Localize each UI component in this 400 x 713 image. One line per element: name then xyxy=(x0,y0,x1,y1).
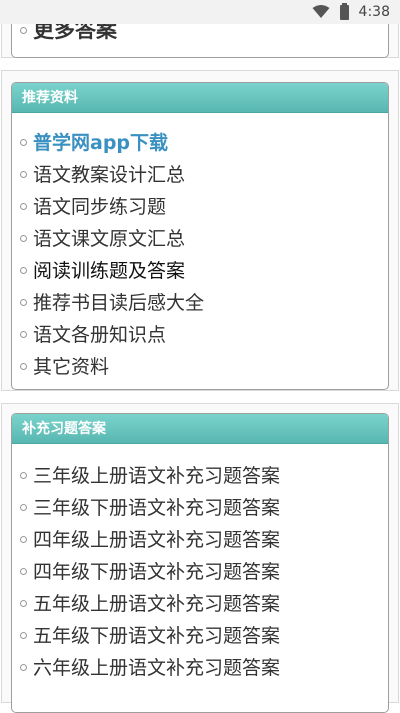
list-item: 三年级上册语文补充习题答案 xyxy=(20,458,280,490)
bullet-icon xyxy=(20,170,27,178)
bullet-icon xyxy=(20,266,27,274)
list-item: 语文课文原文汇总 xyxy=(20,221,204,253)
bullet-icon xyxy=(20,599,27,607)
battery-icon xyxy=(339,2,349,20)
bullet-icon xyxy=(20,535,27,543)
supplement-link[interactable]: 五年级下册语文补充习题答案 xyxy=(33,621,280,648)
list-item: 语文同步练习题 xyxy=(20,189,204,221)
bullet-icon xyxy=(20,631,27,639)
recommend-link[interactable]: 语文各册知识点 xyxy=(33,320,166,347)
list-item: 三年级下册语文补充习题答案 xyxy=(20,490,280,522)
list-item: 四年级下册语文补充习题答案 xyxy=(20,554,280,586)
list-item: 语文各册知识点 xyxy=(20,317,204,349)
bullet-icon xyxy=(20,138,27,146)
recommend-link[interactable]: 推荐书目读后感大全 xyxy=(33,288,204,315)
list-item: 四年级上册语文补充习题答案 xyxy=(20,522,280,554)
list-item: 五年级下册语文补充习题答案 xyxy=(20,618,280,650)
supplement-link[interactable]: 三年级下册语文补充习题答案 xyxy=(33,493,280,520)
supplement-link[interactable]: 四年级下册语文补充习题答案 xyxy=(33,557,280,584)
app-download-link[interactable]: 普学网app下载 xyxy=(33,128,168,155)
status-bar: 4:38 xyxy=(0,0,400,24)
supplement-list: 三年级上册语文补充习题答案 三年级下册语文补充习题答案 四年级上册语文补充习题答… xyxy=(20,458,280,682)
supplement-title: 补充习题答案 xyxy=(12,414,388,444)
bullet-icon xyxy=(20,663,27,671)
recommend-title: 推荐资料 xyxy=(12,83,388,113)
bullet-icon xyxy=(20,471,27,479)
status-time: 4:38 xyxy=(358,4,390,20)
bullet-icon xyxy=(20,202,27,210)
supplement-panel: 补充习题答案 三年级上册语文补充习题答案 三年级下册语文补充习题答案 四年级上册… xyxy=(11,413,389,713)
recommend-link[interactable]: 阅读训练题及答案 xyxy=(33,256,185,283)
list-item: 普学网app下载 xyxy=(20,125,204,157)
bullet-icon xyxy=(20,362,27,370)
recommend-link[interactable]: 语文教案设计汇总 xyxy=(33,160,185,187)
recommend-link[interactable]: 语文课文原文汇总 xyxy=(33,224,185,251)
wifi-icon xyxy=(312,5,330,18)
recommend-panel: 推荐资料 普学网app下载 语文教案设计汇总 语文同步练习题 语文课文原文汇总 … xyxy=(11,82,389,390)
list-item: 阅读训练题及答案 xyxy=(20,253,204,285)
page: 更多答案 推荐资料 普学网app下载 语文教案设计汇总 语文同步练习题 语文课文… xyxy=(0,0,400,713)
bullet-icon xyxy=(20,330,27,338)
recommend-link[interactable]: 语文同步练习题 xyxy=(33,192,166,219)
bullet-icon xyxy=(20,567,27,575)
bullet-icon xyxy=(20,298,27,306)
bullet-icon xyxy=(20,234,27,242)
list-item: 语文教案设计汇总 xyxy=(20,157,204,189)
recommend-list: 普学网app下载 语文教案设计汇总 语文同步练习题 语文课文原文汇总 阅读训练题… xyxy=(20,125,204,381)
supplement-link[interactable]: 六年级上册语文补充习题答案 xyxy=(33,653,280,680)
status-icons: 4:38 xyxy=(312,2,390,22)
supplement-link[interactable]: 五年级上册语文补充习题答案 xyxy=(33,589,280,616)
supplement-link[interactable]: 四年级上册语文补充习题答案 xyxy=(33,525,280,552)
bullet-icon xyxy=(20,26,27,34)
list-item: 六年级上册语文补充习题答案 xyxy=(20,650,280,682)
supplement-link[interactable]: 三年级上册语文补充习题答案 xyxy=(33,461,280,488)
list-item: 其它资料 xyxy=(20,349,204,381)
recommend-link[interactable]: 其它资料 xyxy=(33,352,109,379)
list-item: 五年级上册语文补充习题答案 xyxy=(20,586,280,618)
bullet-icon xyxy=(20,503,27,511)
list-item: 推荐书目读后感大全 xyxy=(20,285,204,317)
